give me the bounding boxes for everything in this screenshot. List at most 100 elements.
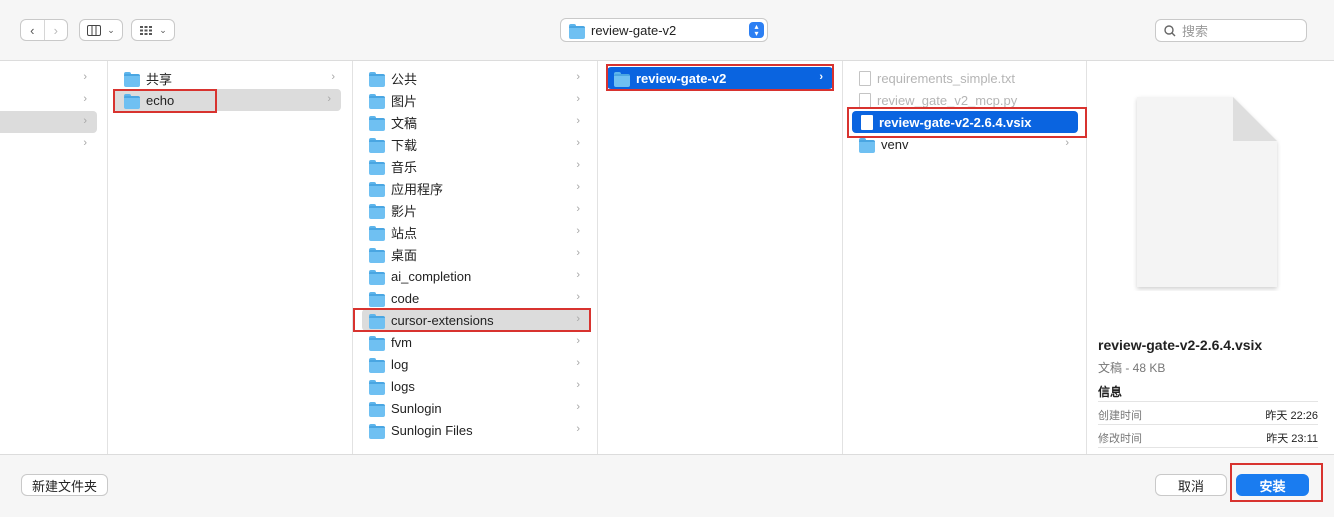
folder-icon — [369, 115, 385, 131]
folder-icon — [369, 291, 385, 307]
chevron-right-icon: › — [576, 71, 580, 83]
folder-icon — [369, 335, 385, 351]
toolbar: ‹ › ⌄ ⌄ review-gate-v2 ▴ ▾ 搜索 — [0, 0, 1334, 61]
preview-filename: review-gate-v2-2.6.4.vsix — [1098, 337, 1263, 353]
item-label: Sunlogin Files — [391, 422, 473, 438]
item-label: 下载 — [391, 137, 418, 153]
item-label: 文稿 — [391, 115, 418, 131]
item-label: 应用程序 — [391, 181, 444, 197]
list-item[interactable]: 站点 › — [353, 221, 590, 243]
list-item[interactable]: requirements_simple.txt — [843, 67, 1079, 89]
chevron-down-icon: ⌄ — [107, 24, 115, 35]
grid-icon — [140, 25, 153, 35]
cancel-button[interactable]: 取消 — [1155, 474, 1227, 496]
chevron-right-icon: › — [83, 115, 87, 127]
columns-icon — [87, 24, 102, 36]
chevron-right-icon: › — [576, 379, 580, 391]
list-item[interactable]: 共享 › — [108, 67, 345, 89]
chevron-right-icon: › — [576, 225, 580, 237]
chevron-left-icon: ‹ — [30, 22, 35, 38]
highlight-box — [353, 308, 591, 332]
preview-pane: review-gate-v2-2.6.4.vsix 文稿 - 48 KB 信息 … — [1087, 61, 1334, 454]
column-view-button[interactable]: ⌄ — [79, 19, 123, 41]
item-label: ai_completion — [391, 268, 472, 284]
list-item[interactable]: 影片 › — [353, 199, 590, 221]
folder-icon — [859, 137, 875, 153]
sidebar-item-selected[interactable]: › — [0, 111, 97, 133]
folder-icon — [369, 203, 385, 219]
item-label: 公共 — [391, 71, 418, 87]
chevron-right-icon: › — [576, 137, 580, 149]
search-placeholder: 搜索 — [1182, 24, 1209, 39]
item-label: logs — [391, 378, 415, 394]
chevron-right-icon: › — [576, 423, 580, 435]
list-item[interactable]: 文稿 › — [353, 111, 590, 133]
modified-value: 昨天 23:11 — [1266, 433, 1318, 445]
item-label: 站点 — [391, 225, 418, 241]
chevron-right-icon: › — [576, 401, 580, 413]
list-item[interactable]: Sunlogin Files › — [353, 419, 590, 441]
sidebar-item[interactable]: › — [0, 67, 97, 89]
item-label: requirements_simple.txt — [877, 70, 1015, 86]
item-label: Sunlogin — [391, 400, 442, 416]
chevron-right-icon: › — [83, 137, 87, 149]
document-icon — [859, 70, 871, 86]
chevron-right-icon: › — [576, 247, 580, 259]
document-icon — [1137, 97, 1277, 287]
group-view-button[interactable]: ⌄ — [131, 19, 175, 41]
list-item[interactable]: 下载 › — [353, 133, 590, 155]
list-item[interactable]: logs › — [353, 375, 590, 397]
sidebar-item[interactable]: › — [0, 133, 97, 155]
list-item[interactable]: 公共 › — [353, 67, 590, 89]
forward-button[interactable]: › — [45, 20, 68, 40]
info-heading: 信息 — [1098, 385, 1123, 399]
sidebar-item[interactable]: › — [0, 89, 97, 111]
chevron-right-icon: › — [331, 71, 335, 83]
item-label: review_gate_v2_mcp.py — [877, 92, 1018, 108]
chevron-right-icon: › — [327, 93, 331, 105]
list-item[interactable]: 桌面 › — [353, 243, 590, 265]
chevron-right-icon: › — [576, 159, 580, 171]
item-label: 图片 — [391, 93, 418, 109]
chevron-right-icon: › — [576, 269, 580, 281]
location-label: review-gate-v2 — [591, 22, 677, 38]
location-popup[interactable]: review-gate-v2 ▴ ▾ — [560, 18, 768, 42]
item-label: log — [391, 356, 409, 372]
folder-icon — [369, 159, 385, 175]
chevron-down-icon: ⌄ — [159, 24, 167, 35]
modified-label: 修改时间 — [1098, 433, 1142, 445]
bottom-bar: 新建文件夹 取消 安装 — [0, 454, 1334, 517]
chevron-right-icon: › — [83, 71, 87, 83]
back-button[interactable]: ‹ — [21, 20, 44, 40]
created-value: 昨天 22:26 — [1265, 410, 1318, 422]
folder-icon — [369, 71, 385, 87]
folder-icon — [369, 423, 385, 439]
list-item[interactable]: 音乐 › — [353, 155, 590, 177]
document-icon — [859, 92, 871, 108]
column-browser: › › › › 共享 › echo › 公共 › 图片 › 文稿 › 下载 › 音乐 › 应用程序 › 影片… — [0, 61, 1334, 454]
list-item[interactable]: 应用程序 › — [353, 177, 590, 199]
highlight-box — [847, 107, 1087, 138]
chevron-right-icon: › — [576, 93, 580, 105]
highlight-box — [113, 89, 217, 113]
highlight-box — [1230, 463, 1323, 502]
folder-icon — [369, 357, 385, 373]
search-field[interactable]: 搜索 — [1155, 19, 1307, 42]
list-item[interactable]: 图片 › — [353, 89, 590, 111]
new-folder-button[interactable]: 新建文件夹 — [21, 474, 108, 496]
folder-icon — [369, 269, 385, 285]
users-column: 共享 › echo › — [108, 61, 353, 454]
list-item[interactable]: fvm › — [353, 331, 590, 353]
list-item[interactable]: Sunlogin › — [353, 397, 590, 419]
preview-kind: 文稿 - 48 KB — [1098, 361, 1166, 375]
folder-icon — [369, 137, 385, 153]
list-item[interactable]: ai_completion › — [353, 265, 590, 287]
folder-icon — [569, 23, 585, 39]
folder-icon — [124, 71, 140, 87]
folder-icon — [369, 225, 385, 241]
list-item[interactable]: code › — [353, 287, 590, 309]
list-item[interactable]: log › — [353, 353, 590, 375]
folder-icon — [369, 401, 385, 417]
chevron-right-icon: › — [576, 357, 580, 369]
chevron-right-icon: › — [576, 115, 580, 127]
